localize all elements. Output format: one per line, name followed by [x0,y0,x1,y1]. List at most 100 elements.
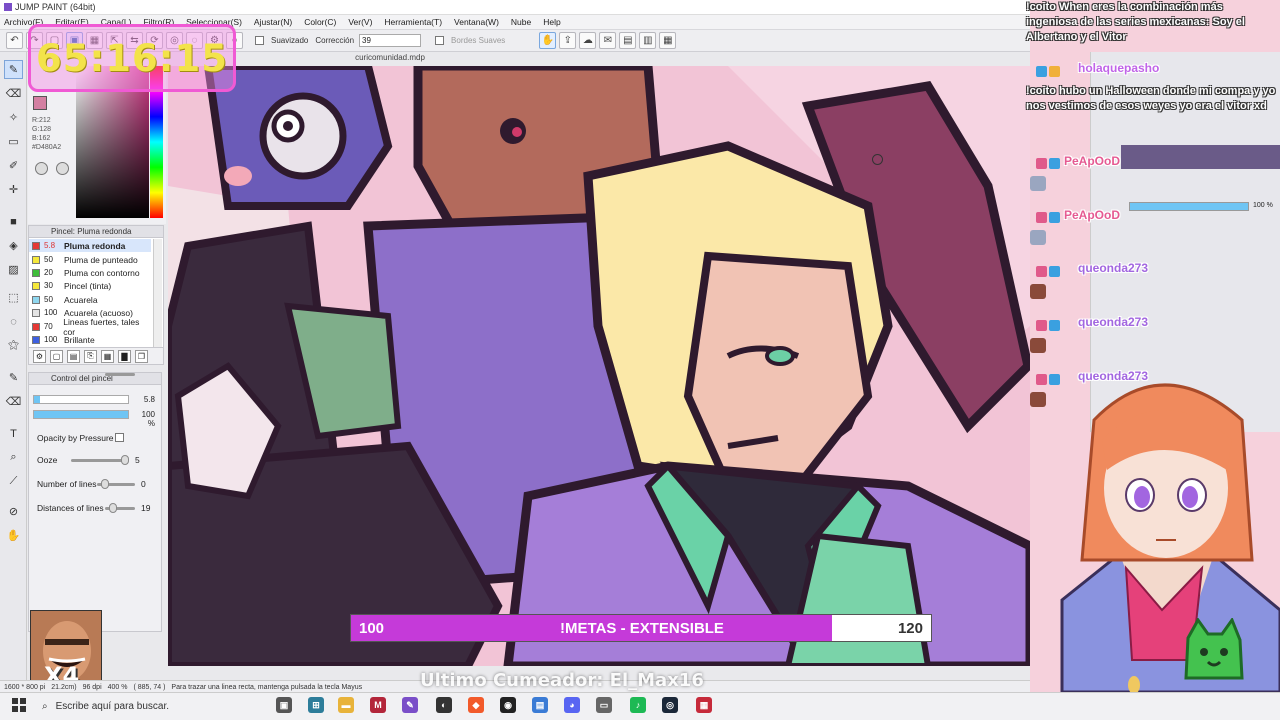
status-canvas-size: 1600 * 800 pi [4,684,46,691]
opacity-pressure-checkbox[interactable] [115,433,124,442]
current-color-swatch[interactable] [33,96,47,110]
spotify-icon[interactable]: ♪ [630,697,646,713]
brush-item[interactable]: 100 Brillante [29,333,151,346]
paint-app-icon[interactable]: ✎ [402,697,418,713]
lasso-select-icon[interactable]: ◌ [4,312,23,331]
opacity-slider[interactable] [33,410,129,419]
cloud-icon[interactable]: ☁ [579,32,597,49]
operation-tool-icon[interactable]: ⌕ [4,448,23,467]
document-tab[interactable]: curicomunidad.mdp [300,53,480,65]
brush-name: Pluma de punteado [64,254,138,265]
badge-icon [1049,266,1060,277]
ruler-tool-icon[interactable]: ⊘ [4,502,23,521]
brush-panel-actions: ⚙ ▢ ▤ ⎘ ▦ ▇ ❐ [28,347,164,365]
comment-icon[interactable]: ✉ [599,32,617,49]
obs-icon[interactable]: ◉ [500,697,516,713]
brush-group-icon[interactable]: ▤ [67,349,80,363]
rect-select-icon[interactable]: ⬚ [4,288,23,307]
smoothing-checkbox[interactable] [255,36,264,45]
brush-size-value: 5.8 [143,395,155,404]
brush-item[interactable]: 50 Acuarela [29,293,151,306]
palette-icon[interactable] [56,162,69,175]
steam-icon[interactable]: ◎ [662,697,678,713]
duplicate-icon[interactable]: ❐ [135,349,148,363]
brush-size-slider[interactable] [33,395,129,404]
menu-ajustar[interactable]: Ajustar(N) [254,17,292,27]
ooze-thumb[interactable] [121,455,129,465]
soft-edges-checkbox[interactable] [435,36,445,45]
distance-track[interactable] [105,373,135,376]
brush-size: 50 [44,255,53,264]
brush-item[interactable]: 70 Lineas fuertes, tales cor [29,317,151,337]
select-pen-icon[interactable]: ✎ [4,368,23,387]
discord-icon[interactable]: ◕ [564,697,580,713]
brush-size: 100 [44,308,58,317]
app-red-icon[interactable]: ▦ [696,697,712,713]
hand-tool-icon[interactable]: ✋ [539,32,557,49]
menu-color[interactable]: Color(C) [304,17,336,27]
distance-thumb[interactable] [109,503,117,513]
brush-settings-icon[interactable]: ⚙ [33,349,46,363]
eraser-tool-icon[interactable]: ⌫ [4,84,23,103]
brush-list-scrollbar[interactable] [153,239,162,347]
text-tool-icon[interactable]: T [4,424,23,443]
chat-username: queonda273 [1078,315,1149,329]
wand-tool-icon[interactable]: ⚝ [4,336,23,355]
hand-scroll-icon[interactable]: ✋ [4,526,23,545]
select-eraser-icon[interactable]: ⌫ [4,392,23,411]
gradient-tool-icon[interactable]: ▨ [4,260,23,279]
undo-icon[interactable]: ↶ [6,32,23,49]
menu-nube[interactable]: Nube [511,17,531,27]
color-b: B:162 [32,135,51,142]
media-icon[interactable]: ◐ [436,697,452,713]
copy-brush-icon[interactable]: ⎘ [84,349,97,363]
app-gray-icon[interactable]: ▭ [596,697,612,713]
delete-brush-icon[interactable]: ▦ [101,349,114,363]
new-brush-icon[interactable]: ▢ [50,349,63,363]
layer-opacity-slider[interactable] [1129,202,1249,211]
stream-timer: 65:16:15 [28,24,236,92]
menu-herramienta[interactable]: Herramienta(T) [384,17,442,27]
menu-help[interactable]: Help [543,17,560,27]
menu-ventana[interactable]: Ventana(W) [454,17,499,27]
eyedropper-tool-icon[interactable]: ⟋ [4,472,23,491]
app-blue-icon[interactable]: ▤ [532,697,548,713]
app-m-icon[interactable]: M [370,697,386,713]
drawing-canvas[interactable] [168,66,1030,666]
upload-icon[interactable]: ⇪ [559,32,577,49]
color-hex: #D480A2 [32,144,62,151]
brush-color-swatch [32,268,40,277]
badge-icon [1049,212,1060,223]
tool-palette: ✎ ⌫ ✧ ▭ ✐ ✛ ■ ◈ ▨ ⬚ ◌ ⚝ ✎ ⌫ T ⌕ ⟋ ⊘ ✋ [0,52,27,692]
brush-tool-icon[interactable]: ✐ [4,156,23,175]
panels-icon[interactable]: ▦ [659,32,677,49]
correction-input[interactable]: 39 [359,34,422,47]
brush-item[interactable]: 50 Pluma de punteado [29,253,151,266]
pen-tool-icon[interactable]: ✎ [4,60,23,79]
select-tool-icon[interactable]: ▭ [4,132,23,151]
windows-start-icon[interactable] [12,698,26,712]
color-values: R:212 G:128 B:162 #D480A2 [32,116,61,152]
menu-ver[interactable]: Ver(V) [348,17,372,27]
bucket-tool-icon[interactable]: ◈ [4,236,23,255]
move-tool-icon[interactable]: ✛ [4,180,23,199]
layer-icon[interactable]: ▤ [619,32,637,49]
brush-item[interactable]: 20 Pluma con contorno [29,266,151,279]
task-view-icon[interactable]: ▣ [276,697,292,713]
fill-rect-icon[interactable]: ■ [4,212,23,231]
color-wheel-icon[interactable] [35,162,48,175]
lines-thumb[interactable] [101,479,109,489]
emote-icon [1030,338,1046,353]
brave-browser-icon[interactable]: ◆ [468,697,484,713]
blur-tool-icon[interactable]: ✧ [4,108,23,127]
store-icon[interactable]: ⊞ [308,697,324,713]
soft-edges-label: Bordes Suaves [451,36,506,45]
page-icon[interactable]: ▥ [639,32,657,49]
brush-item[interactable]: 30 Pincel (tinta) [29,279,151,292]
search-icon: ⌕ [42,700,48,712]
brush-color-swatch [32,295,40,304]
folder-icon[interactable]: ▇ [118,349,131,363]
file-explorer-icon[interactable]: ▬ [338,697,354,713]
brush-item[interactable]: 5.8 Pluma redonda [29,239,151,252]
taskbar-search[interactable]: ⌕ Escribe aquí para buscar. [36,694,258,718]
